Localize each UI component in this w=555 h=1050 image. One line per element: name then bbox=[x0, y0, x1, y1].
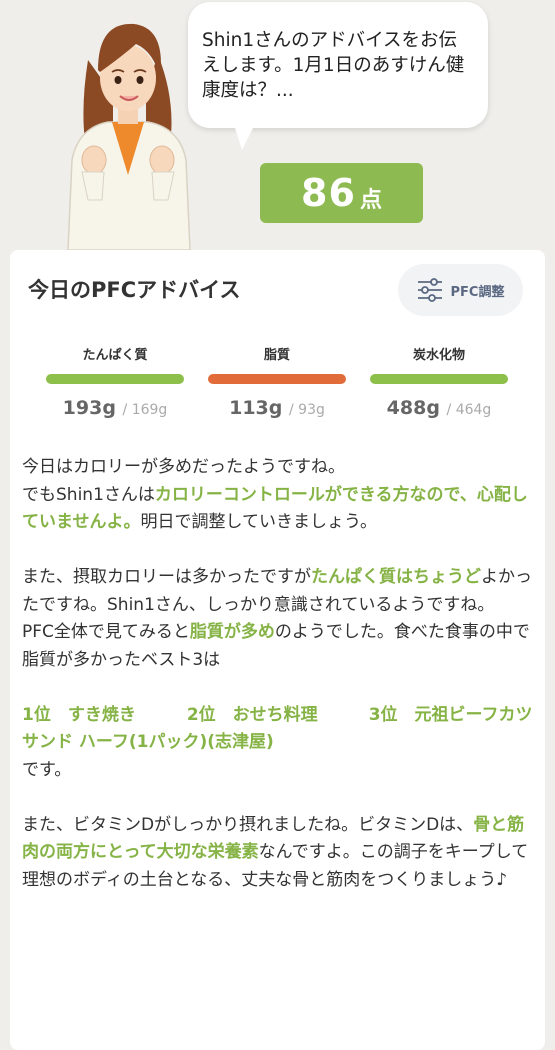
metric-fat: 脂質 113g / 93g bbox=[207, 344, 347, 419]
bubble-tail bbox=[232, 118, 258, 150]
metric-label: 脂質 bbox=[263, 348, 290, 363]
fat-bar bbox=[208, 374, 346, 384]
metric-target: / 464g bbox=[446, 402, 492, 418]
highlight-text: 脂質が多め bbox=[189, 622, 275, 642]
health-score-badge: 86 点 bbox=[260, 163, 423, 223]
metric-value: 488g bbox=[386, 397, 440, 419]
fat-ranking: 1位 すき焼き 2位 おせち料理 3位 元祖ビーフカツサンド ハーフ(1パック)… bbox=[22, 704, 533, 753]
metric-label: 炭水化物 bbox=[412, 348, 465, 363]
metric-value: 193g bbox=[62, 397, 116, 419]
metric-target: / 93g bbox=[289, 402, 325, 418]
bubble-text: Shin1さんのアドバイスをお伝えします。1月1日のあすけん健康度は？... bbox=[202, 30, 465, 101]
carbs-bar bbox=[370, 374, 508, 384]
metric-carbs: 炭水化物 488g / 464g bbox=[369, 344, 509, 419]
advice-paragraph: PFC全体で見てみると脂質が多めのようでした。食べた食事の中で脂質が多かったベス… bbox=[22, 622, 530, 670]
advice-paragraph: また、ビタミンDがしっかり摂れましたね。ビタミンDは、骨と筋肉の両方にとって大切… bbox=[22, 814, 529, 890]
advisor-header: Shin1さんのアドバイスをお伝えします。1月1日のあすけん健康度は？... 8… bbox=[0, 0, 555, 250]
card-title: 今日のPFCアドバイス bbox=[28, 278, 241, 302]
highlight-text: たんぱく質はちょうど bbox=[311, 567, 481, 587]
advice-paragraph: また、摂取カロリーは多かったですがたんぱく質はちょうどよかったですね。Shin1… bbox=[22, 567, 532, 615]
advisor-avatar bbox=[67, 23, 191, 250]
advice-paragraph: でもShin1さんはカロリーコントロールができる方なので、心配していませんよ。明… bbox=[22, 484, 528, 533]
score-value: 86 bbox=[301, 171, 356, 215]
pfc-advice-card: 今日のPFCアドバイス PFC調整 たんぱく質 193g / 169g 脂質 1… bbox=[10, 250, 545, 1050]
score-unit: 点 bbox=[359, 188, 382, 213]
metric-label: たんぱく質 bbox=[82, 348, 148, 363]
pfc-adjust-button[interactable]: PFC調整 bbox=[398, 264, 523, 316]
pfc-adjust-label: PFC調整 bbox=[450, 284, 505, 300]
protein-bar bbox=[46, 374, 184, 384]
metric-value: 113g bbox=[229, 397, 283, 419]
pfc-metrics: たんぱく質 193g / 169g 脂質 113g / 93g 炭水化物 488… bbox=[10, 344, 545, 424]
sliders-icon bbox=[417, 278, 442, 302]
advice-speech-bubble: Shin1さんのアドバイスをお伝えします。1月1日のあすけん健康度は？... bbox=[188, 2, 488, 128]
advice-text: 今日はカロリーが多めだったようですね。 でもShin1さんはカロリーコントロール… bbox=[22, 454, 534, 894]
metric-protein: たんぱく質 193g / 169g bbox=[45, 344, 185, 419]
advice-paragraph: 今日はカロリーが多めだったようですね。 bbox=[22, 457, 345, 477]
metric-target: / 169g bbox=[122, 402, 168, 418]
advice-paragraph: です。 bbox=[22, 759, 72, 780]
